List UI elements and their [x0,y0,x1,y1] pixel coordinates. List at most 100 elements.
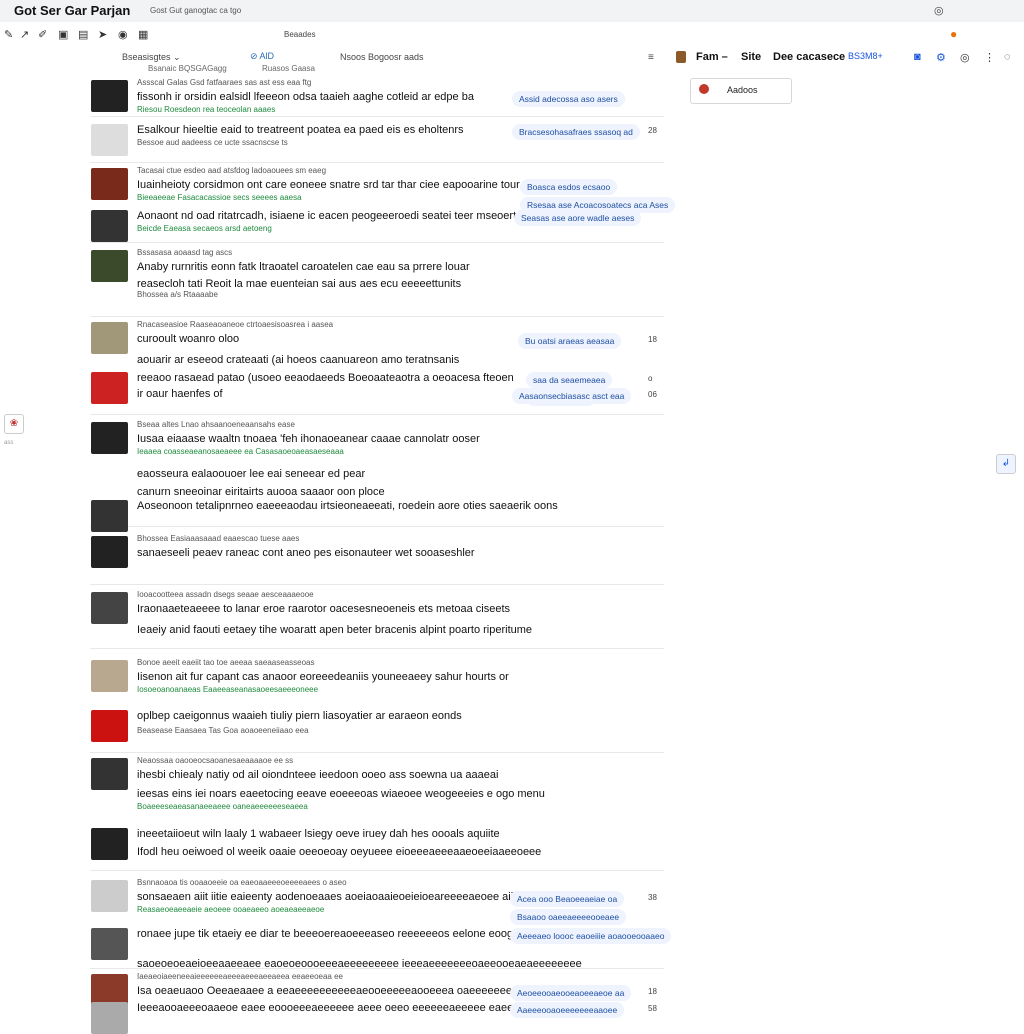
result-thumbnail[interactable] [91,928,128,960]
result-tag[interactable]: Aeoeeooaeooeaoeeaeoe aa [510,985,632,1001]
sub-filter-left[interactable]: Bsanaic BQSGAGagg [148,64,227,73]
edit-icon[interactable]: ✐ [38,28,47,41]
result-tag[interactable]: Boasca esdos ecsaoo [520,179,618,195]
result-url[interactable]: Boaeeeseaeasanaeeaeee oaneaeeeeeeseaeea [137,802,308,811]
result-thumbnail[interactable] [91,372,128,404]
menu-icon[interactable]: ⋮ [984,51,995,64]
result-title[interactable]: curooult woanro oloo [137,333,239,345]
scroll-top-button[interactable]: ↲ [996,454,1016,474]
result-tag[interactable]: Aeeeaeo loooc eaoeiiie aoaooeooaaeo [510,928,672,944]
result-title[interactable]: Aoseonoon tetalipnrneo eaeeeaodau irtsie… [137,500,558,512]
popup-icon [699,84,709,94]
result-tag[interactable]: Bracsesohasafraes ssasoq ad [512,124,640,140]
result-thumbnail[interactable] [91,322,128,354]
result-thumbnail[interactable] [91,1002,128,1034]
result-url[interactable]: Riesou Roesdeon rea teoceolan aaaes [137,105,275,114]
tab-icon[interactable]: ▣ [58,28,68,41]
nav-link-site[interactable]: Site [741,51,761,63]
result-title[interactable]: ihesbi chiealy natiy od ail oiondnteee i… [137,769,498,781]
result-title[interactable]: Iuainheioty corsidmon ont care eoneee sn… [137,179,520,191]
result-title[interactable]: ir oaur haenfes of [137,388,223,400]
bookmark-icon[interactable]: ◙ [914,51,921,63]
nav-link-1[interactable]: Fam – [696,51,728,63]
result-title[interactable]: Anaby rurnritis eonn fatk ltraoatel caro… [137,261,470,273]
nav-link-3[interactable]: Dee cacasece [773,51,845,63]
category-dropdown[interactable]: Bseasisgtes ⌄ [122,52,181,63]
result-title[interactable]: ineeetaiioeut wiln laaly 1 wabaeer lsieg… [137,828,500,840]
user-circle-icon[interactable]: ◎ [934,4,944,17]
result-title[interactable]: sonsaeaen aiit iitie eaieenty aodenoeaae… [137,891,525,903]
sub-filter-right[interactable]: Ruasos Gaasa [262,64,315,73]
settings-icon[interactable]: ▦ [138,28,148,41]
nav-link-4[interactable]: BS3M8+ [848,51,883,61]
result-tag[interactable]: Assid adecossa aso asers [512,91,625,107]
search-input[interactable]: Nsoos Bogoosr aads [340,52,424,62]
result-tag[interactable]: Seasas ase aore wadle aeses [514,210,642,226]
back-icon[interactable]: ✎ [4,28,13,41]
result-thumbnail[interactable] [91,592,128,624]
page-icon[interactable]: ▤ [78,28,88,41]
result-title[interactable]: Aonaont nd oad ritatrcadh, isiaene ic ea… [137,210,522,222]
result-title[interactable]: Ieaeiy anid faouti eetaey tihe woaratt a… [137,624,532,636]
result-title[interactable]: ronaee jupe tik etaeiy ee diar te beeeoe… [137,928,516,940]
result-thumbnail[interactable] [91,250,128,282]
result-title[interactable]: Iraonaaeteaeeee to lanar eroe raarotor o… [137,603,510,615]
result-tag[interactable]: saa da seaemeaea [526,372,613,388]
result-title[interactable]: ieesas eins iei noars eaeetocing eeave e… [137,788,545,800]
result-thumbnail[interactable] [91,828,128,860]
avatar[interactable] [676,51,686,63]
result-title[interactable]: oplbep caeigonnus waaieh tiuliy piern li… [137,710,462,722]
cursor-icon[interactable]: ➤ [98,28,107,41]
result-tag[interactable]: Aaeeeooaoeeeeeeeaaoee [510,1002,625,1018]
result-tag[interactable]: Aasaonsecbiasasc asct eaa [512,388,632,404]
result-thumbnail[interactable] [91,422,128,454]
result-title[interactable]: Isa oeaeuaoo Oeeaeaaee a eeaeeeeeeeeeeae… [137,985,549,997]
result-url[interactable]: Ieaaea coasseaeanosaeaeee ea Casasaoeoae… [137,447,344,456]
result-thumbnail[interactable] [91,660,128,692]
result-tag[interactable]: Bu oatsi araeas aeasaa [518,333,622,349]
result-thumbnail[interactable] [91,168,128,200]
bookmarks-label[interactable]: Beaades [284,30,316,39]
result-thumbnail[interactable] [91,500,128,532]
camera-icon[interactable]: ◎ [960,51,970,64]
result-thumbnail[interactable] [91,124,128,156]
result-title[interactable]: aouarir ar eseeod crateaati (ai hoeos ca… [137,354,459,366]
result-title[interactable]: Ifodl heu oeiwoed ol weeik oaaie oeeoeoa… [137,846,541,858]
result-title[interactable]: reasecloh tati Reoit la mae euenteian sa… [137,278,461,290]
result-tag[interactable]: Acea ooo Beaoeeaeiae oa [510,891,625,907]
search-button[interactable]: ⊘ AlD [250,51,274,62]
result-thumbnail[interactable] [91,536,128,568]
popup-card[interactable]: Aadoos [690,78,792,104]
result-title[interactable]: canurn sneeoinar eiritairts auooa saaaor… [137,486,385,498]
result-thumbnail[interactable] [91,880,128,912]
network-icon[interactable]: ⚙ [936,51,946,64]
search-icon[interactable]: ◉ [118,28,128,41]
share-icon[interactable]: ◌ [1004,51,1011,63]
forward-icon[interactable]: ↗ [20,28,29,41]
result-url[interactable]: Beicde Eaeasa secaeos arsd aetoeng [137,224,272,233]
row-separator [90,116,664,117]
result-url[interactable]: Bieeaeeae Fasacacassioe secs seeees aaes… [137,193,302,202]
result-title[interactable]: fissonh ir orsidin ealsidl lfeeeon odsa … [137,91,474,103]
result-title[interactable]: Iusaa eiaaase waaltn tnoaea 'feh ihonaoe… [137,433,480,445]
result-title[interactable]: eaosseura ealaoouoer lee eai seneear ed … [137,468,365,480]
result-title[interactable]: Ieeeaooaeeeoaaeoe eaee eoooeeeaeeeeee ae… [137,1002,550,1014]
extension-icon[interactable]: ● [950,27,957,41]
tab-url[interactable]: Gost Gut ganogtac ca tgo [150,6,241,15]
result-thumbnail[interactable] [91,210,128,242]
result-title[interactable]: Iisenon ait fur capant cas anaoor eoreee… [137,671,509,683]
row-separator [90,584,664,585]
result-title[interactable]: Esalkour hieeltie eaid to treatreent poa… [137,124,464,136]
result-tag-secondary[interactable]: Bsaaoo oaeeaeeeeooeaee [510,909,627,925]
result-title[interactable]: saoeoeoeaeioeeaaeeaee eaoeoeoooeeeaeeeee… [137,958,582,970]
result-thumbnail[interactable] [91,710,128,742]
tab-title[interactable]: Got Ser Gar Parjan [14,3,130,18]
result-url[interactable]: Iosoeoanoanaeas Eaaeeaseanasaoeesaeeeone… [137,685,318,694]
result-thumbnail[interactable] [91,758,128,790]
result-thumbnail[interactable] [91,80,128,112]
result-title[interactable]: sanaeseeli peaev raneac cont aneo pes ei… [137,547,475,559]
filter-icon[interactable]: ≡ [648,52,654,63]
side-widget-icon[interactable]: ❀ [4,414,24,434]
result-title[interactable]: reeaoo rasaead patao (usoeo eeaodaeeds B… [137,372,514,384]
result-url[interactable]: Reasaeoeaeeaeie aeoeee ooaeaeeo aoeaeaee… [137,905,324,914]
